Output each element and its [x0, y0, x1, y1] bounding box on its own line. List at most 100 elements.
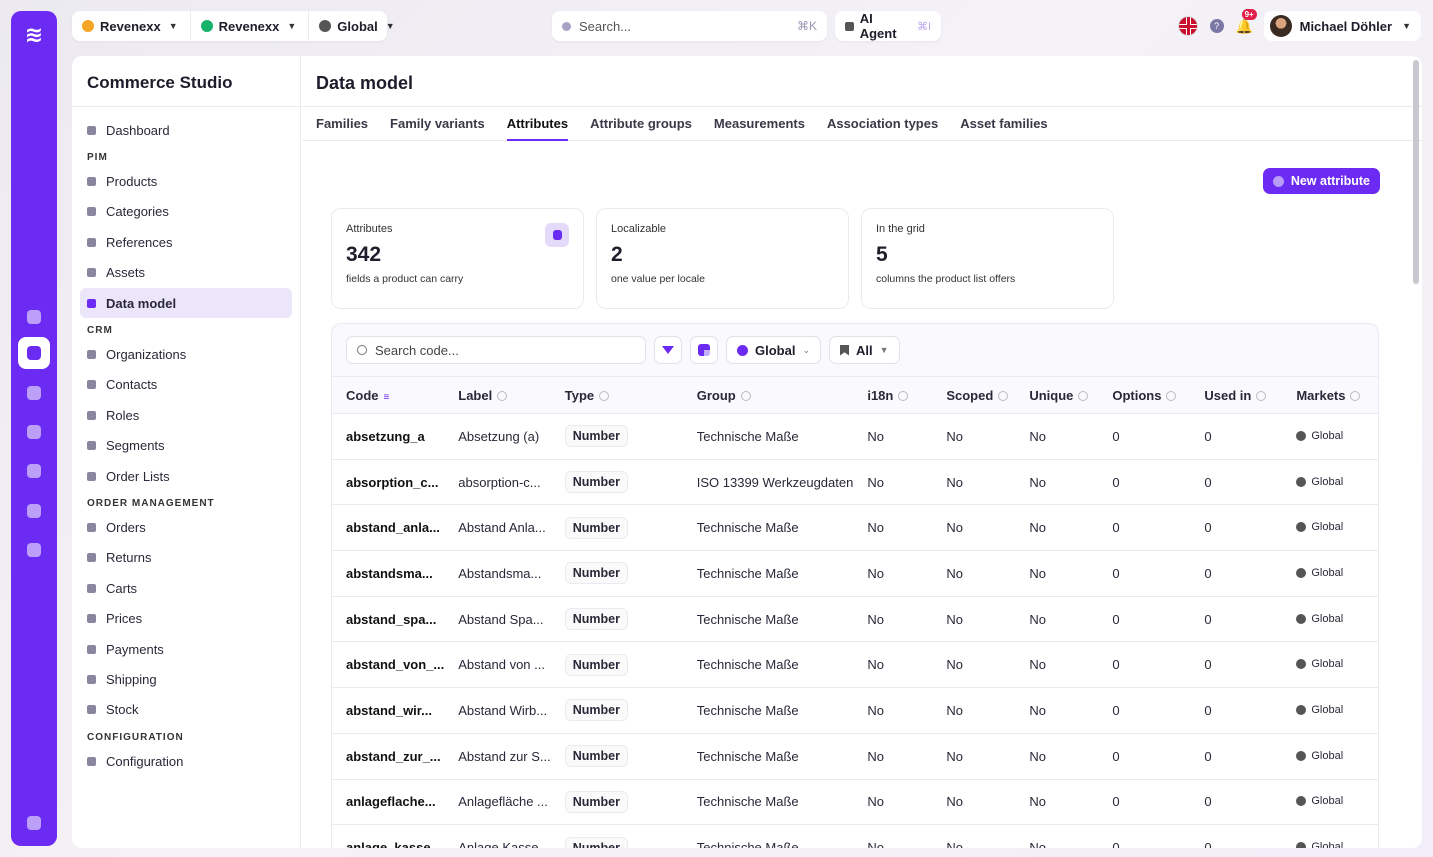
table-body: absetzung_a Absetzung (a) Number Technische…: [332, 414, 1378, 848]
tab-families[interactable]: Families: [316, 107, 368, 141]
table-row[interactable]: abstand_von_... Abstand von ... Number Tech…: [332, 642, 1378, 688]
table-row[interactable]: abstand_wir... Abstand Wirb... Number Techn…: [332, 688, 1378, 734]
table-cell: Anlage Kasse: [458, 840, 539, 848]
database-icon: [545, 223, 569, 247]
sidebar-item-order-lists[interactable]: Order Lists: [80, 461, 292, 491]
grid-view-button[interactable]: [690, 336, 718, 364]
channel-switcher[interactable]: Revenexx ▼: [200, 11, 310, 41]
sidebar-item-products[interactable]: Products: [80, 166, 292, 196]
new-attribute-button[interactable]: New attribute: [1262, 168, 1380, 194]
column-header-type[interactable]: Type: [551, 377, 683, 414]
column-header-used-in[interactable]: Used in: [1190, 377, 1282, 414]
help-icon[interactable]: ?: [1209, 19, 1224, 33]
sidebar-item-stock[interactable]: Stock: [80, 695, 292, 725]
table-row[interactable]: absorption_c... absorption-c... Number ISO …: [332, 459, 1378, 505]
table-row[interactable]: abstand_spa... Abstand Spa... Number Techni…: [332, 596, 1378, 642]
apps-icon[interactable]: [23, 500, 45, 522]
sidebar-item-prices[interactable]: Prices: [80, 603, 292, 633]
table-row[interactable]: absetzung_a Absetzung (a) Number Technische…: [332, 414, 1378, 460]
marketing-icon[interactable]: [23, 421, 45, 443]
sidebar-item-segments[interactable]: Segments: [80, 431, 292, 461]
tab-measurements[interactable]: Measurements: [714, 107, 805, 141]
ai-agent-button[interactable]: AI Agent ⌘I: [835, 11, 941, 41]
roles-icon: [87, 410, 96, 420]
app-logo-icon[interactable]: ≋: [20, 21, 48, 49]
page-scrollbar[interactable]: [1413, 60, 1419, 284]
column-header-group[interactable]: Group: [683, 377, 854, 414]
market-switcher[interactable]: Global ▼: [319, 11, 406, 41]
table-cell: No: [1029, 748, 1046, 764]
column-header-options[interactable]: Options: [1098, 377, 1190, 414]
table-cell: 0: [1204, 611, 1212, 627]
table-cell: No: [946, 794, 963, 810]
tab-attributes[interactable]: Attributes: [506, 107, 569, 141]
search-icon: [357, 345, 367, 355]
layers-icon[interactable]: [18, 337, 50, 369]
home-icon[interactable]: [23, 306, 45, 328]
sidebar-item-configuration[interactable]: Configuration: [80, 746, 292, 776]
sidebar-item-returns[interactable]: Returns: [80, 543, 292, 573]
sidebar-item-carts[interactable]: Carts: [80, 573, 292, 603]
settings-icon[interactable]: [23, 812, 45, 834]
grid-icon: [698, 344, 710, 356]
bookmark-filter-select[interactable]: All ▼: [829, 336, 900, 364]
table-cell: 0: [1112, 520, 1120, 536]
info-icon: [1166, 390, 1177, 401]
sidebar: Commerce Studio Dashboard PIM Products Cate…: [72, 56, 301, 848]
column-header-i18n[interactable]: i18n: [853, 377, 932, 414]
table-row[interactable]: abstand_zur_... Abstand zur S... Number Tec…: [332, 733, 1378, 779]
sidebar-item-shipping[interactable]: Shipping: [80, 664, 292, 694]
table-cell: Technische Maße: [696, 702, 799, 718]
global-search[interactable]: Search... ⌘K: [552, 11, 827, 41]
tenant-switcher[interactable]: Revenexx ▼: [82, 11, 191, 41]
column-header-code[interactable]: Code ≡: [332, 377, 444, 414]
sidebar-item-label: Assets: [106, 265, 146, 281]
table-row[interactable]: abstand_anla... Abstand Anla... Number Tech…: [332, 505, 1378, 551]
type-badge: Number: [564, 608, 628, 631]
tab-asset-families[interactable]: Asset families: [960, 107, 1047, 141]
tab-association-types[interactable]: Association types: [827, 107, 938, 141]
table-cell: Abstandsma...: [458, 565, 542, 581]
column-header-unique[interactable]: Unique: [1015, 377, 1098, 414]
table-cell: Global: [1282, 688, 1378, 734]
table-row[interactable]: abstandsma... Abstandsma... Number Technisc…: [332, 551, 1378, 597]
table-cell: Number: [551, 414, 683, 460]
language-flag-icon[interactable]: [1177, 16, 1198, 36]
sidebar-item-roles[interactable]: Roles: [80, 400, 292, 430]
column-header-scoped[interactable]: Scoped: [932, 377, 1015, 414]
automation-icon[interactable]: [23, 460, 45, 482]
sidebar-item-payments[interactable]: Payments: [80, 634, 292, 664]
code-search-input[interactable]: Search code...: [346, 336, 646, 364]
sidebar-item-organizations[interactable]: Organizations: [80, 339, 292, 369]
table-cell: Number: [551, 779, 683, 825]
table-cell: Number: [551, 688, 683, 734]
filter-button[interactable]: [654, 336, 682, 364]
sidebar-item-data-model[interactable]: Data model: [80, 287, 292, 319]
configuration-icon: [87, 756, 96, 766]
sidebar-item-categories[interactable]: Categories: [80, 197, 292, 227]
column-header-markets[interactable]: Markets: [1282, 377, 1378, 414]
analytics-icon[interactable]: [23, 382, 45, 404]
user-menu[interactable]: Michael Döhler ▼: [1263, 11, 1421, 41]
notifications-icon[interactable]: 🔔 9+: [1236, 9, 1257, 34]
scope-select[interactable]: Global ⌄: [726, 336, 821, 364]
sidebar-item-dashboard[interactable]: Dashboard: [80, 115, 292, 145]
prices-icon: [87, 614, 96, 624]
tab-attribute-groups[interactable]: Attribute groups: [590, 107, 692, 141]
sidebar-item-orders[interactable]: Orders: [80, 512, 292, 542]
sidebar-item-contacts[interactable]: Contacts: [80, 370, 292, 400]
sidebar-item-label: Prices: [106, 611, 143, 627]
table-row[interactable]: anlageflache... Anlagefläche ... Number Tec…: [332, 779, 1378, 825]
tab-family-variants[interactable]: Family variants: [390, 107, 485, 141]
sidebar-item-assets[interactable]: Assets: [80, 258, 292, 288]
bookmark-icon: [840, 344, 849, 356]
column-header-label[interactable]: Label: [444, 377, 551, 414]
workspace-panel: Commerce Studio Dashboard PIM Products Cate…: [72, 56, 1422, 848]
info-icon: [898, 390, 909, 401]
table-cell: 0: [1204, 428, 1212, 444]
cube-icon[interactable]: [23, 539, 45, 561]
table-row[interactable]: anlage_kasse Anlage Kasse Number Technische…: [332, 825, 1378, 848]
table-cell: No: [867, 702, 884, 718]
table-cell: 0: [1204, 565, 1212, 581]
sidebar-item-references[interactable]: References: [80, 227, 292, 257]
